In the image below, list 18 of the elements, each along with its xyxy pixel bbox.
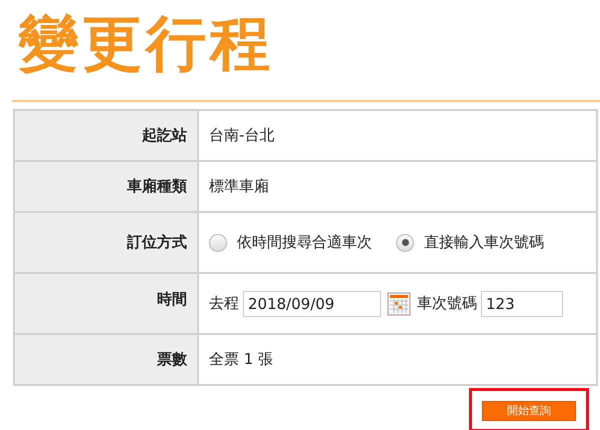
field-value: 標準車廂: [209, 177, 269, 195]
calendar-icon[interactable]: [387, 292, 411, 316]
train-number-label: 車次號碼: [417, 294, 477, 313]
radio-option[interactable]: 依時間搜尋合適車次: [209, 233, 372, 252]
train-number-field[interactable]: 123: [481, 290, 563, 316]
radio-option[interactable]: 直接輸入車次號碼: [396, 233, 544, 252]
radio-button[interactable]: [209, 234, 227, 252]
direction-label: 去程: [209, 294, 239, 313]
field-value: 全票 1 張: [209, 350, 274, 368]
field-label: 票數: [157, 350, 187, 368]
radio-button[interactable]: [396, 234, 414, 252]
field-value: 台南-台北: [209, 126, 274, 144]
field-label: 訂位方式: [127, 233, 187, 251]
page-title: 變更行程: [17, 8, 275, 81]
field-label: 時間: [157, 290, 187, 308]
date-field[interactable]: 2018/09/09: [243, 290, 381, 316]
field-label: 車廂種類: [127, 177, 187, 195]
field-label: 起訖站: [142, 126, 187, 144]
